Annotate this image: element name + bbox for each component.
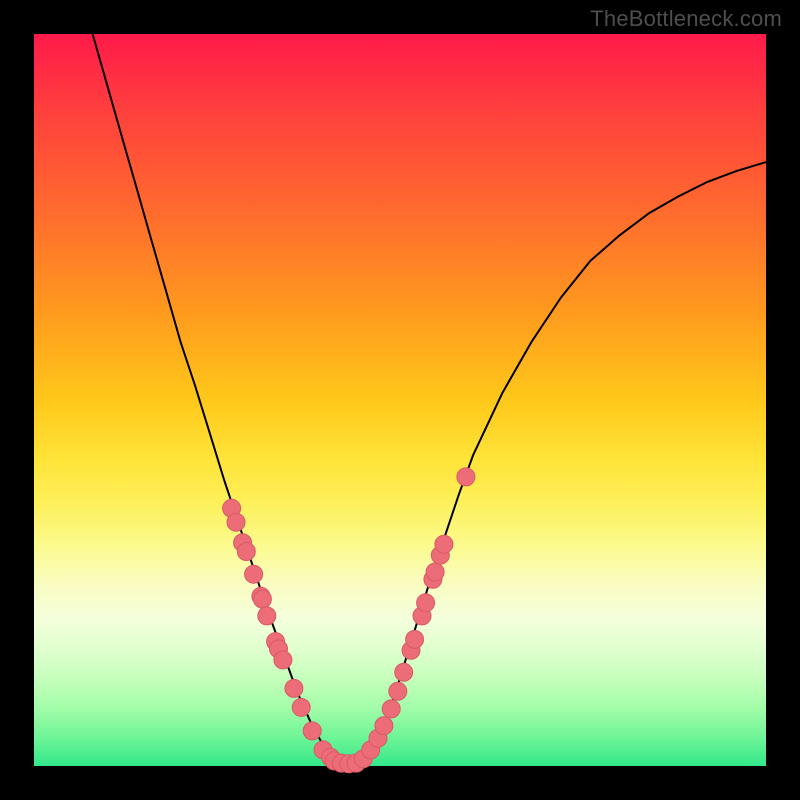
- data-point: [245, 565, 263, 583]
- data-point: [395, 663, 413, 681]
- data-point: [227, 513, 245, 531]
- data-point: [303, 722, 321, 740]
- data-points: [223, 468, 475, 773]
- data-point: [389, 682, 407, 700]
- curve-path: [93, 34, 766, 762]
- chart-overlay: [0, 0, 800, 800]
- data-point: [406, 630, 424, 648]
- chart-frame: TheBottleneck.com: [0, 0, 800, 800]
- data-point: [417, 594, 435, 612]
- data-point: [253, 590, 271, 608]
- data-point: [382, 700, 400, 718]
- data-point: [435, 535, 453, 553]
- data-point: [375, 717, 393, 735]
- data-point: [457, 468, 475, 486]
- data-point: [426, 563, 444, 581]
- data-point: [285, 679, 303, 697]
- data-point: [274, 651, 292, 669]
- data-point: [258, 607, 276, 625]
- data-point: [292, 698, 310, 716]
- data-point: [237, 543, 255, 561]
- bottleneck-curve: [93, 34, 766, 762]
